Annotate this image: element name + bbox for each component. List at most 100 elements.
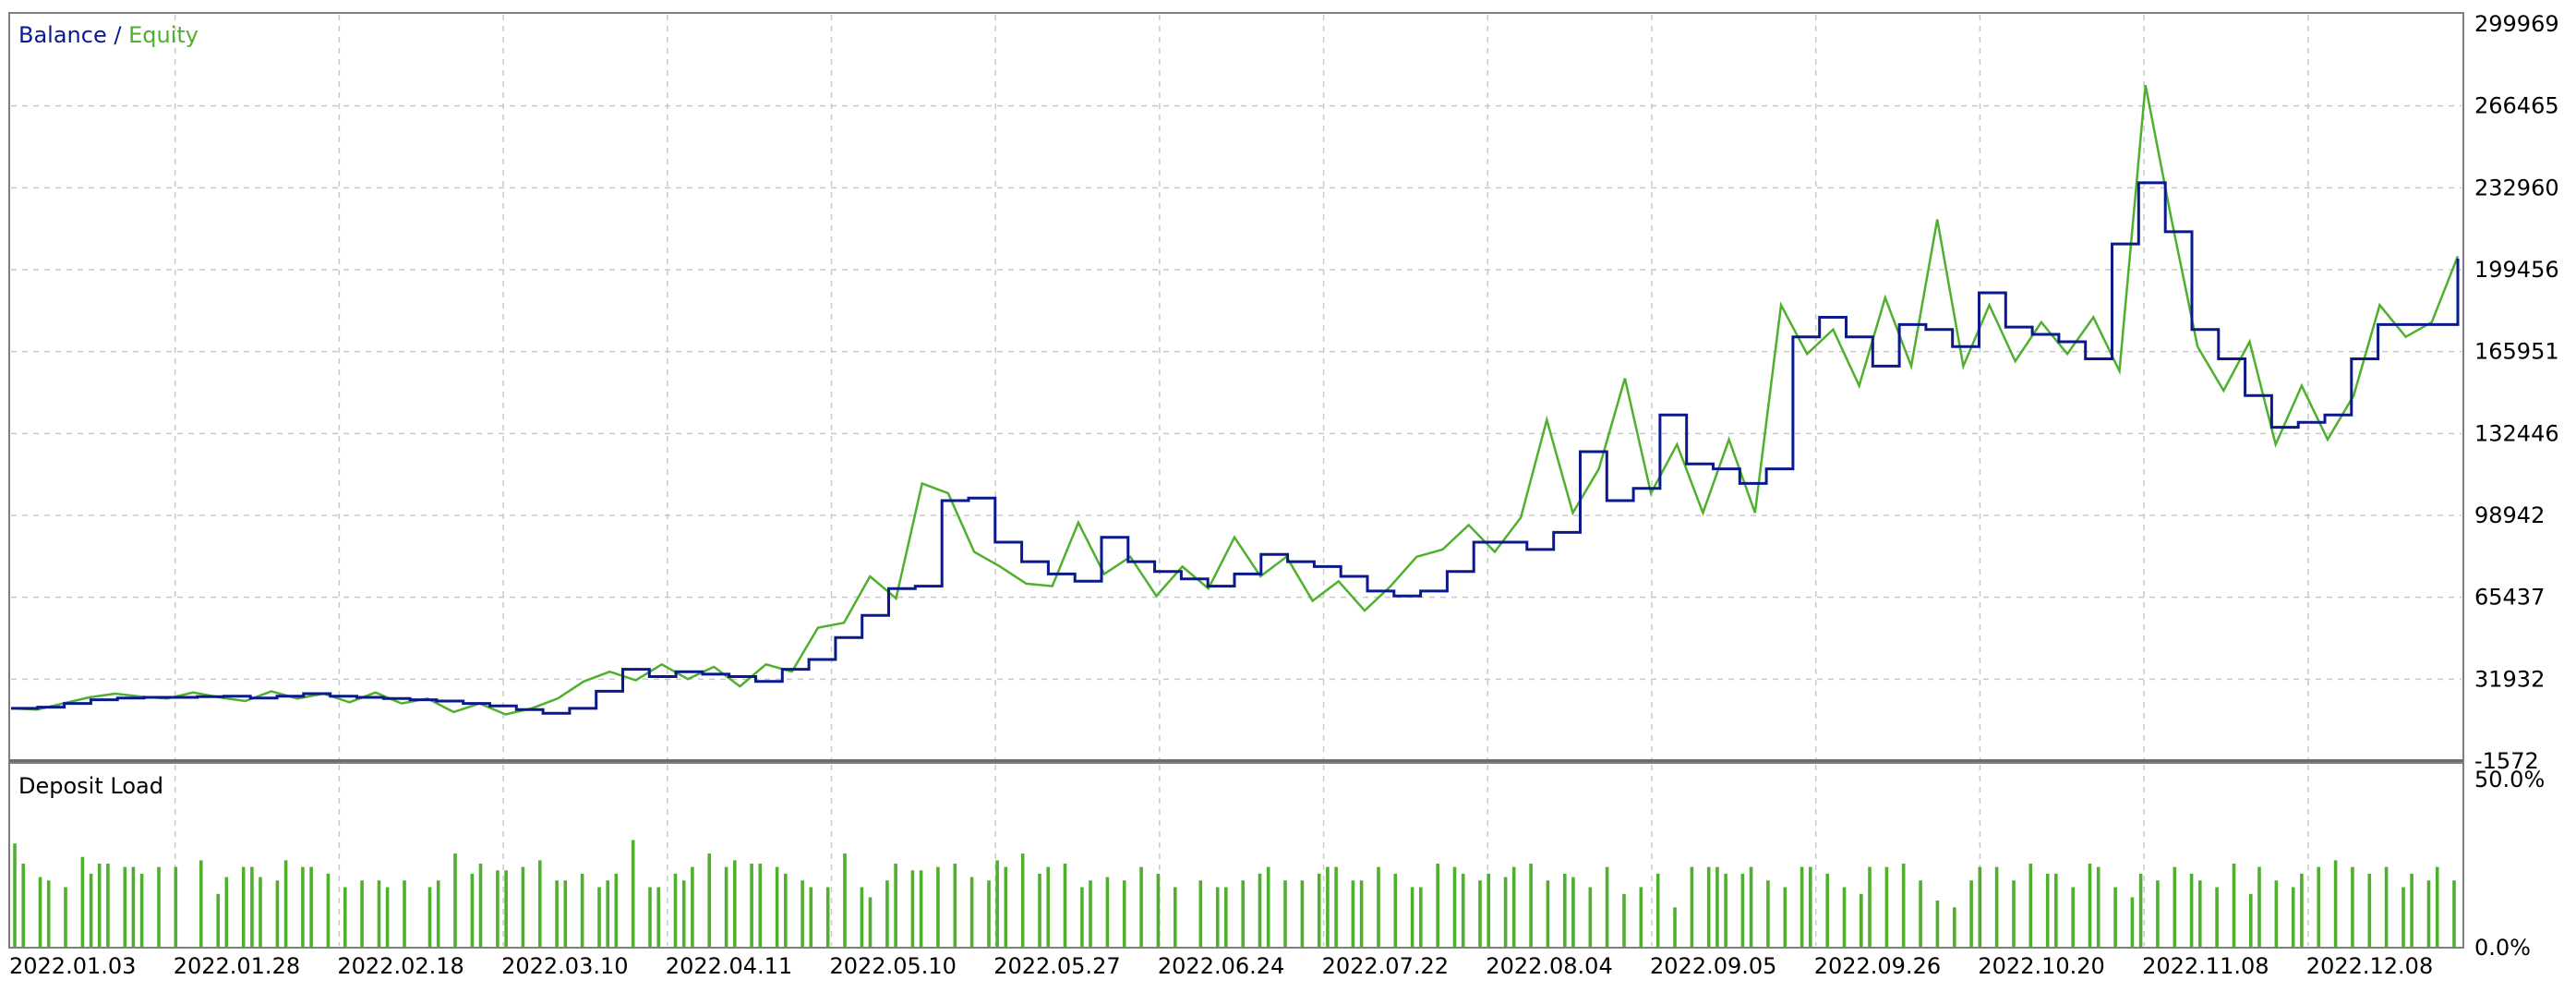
deposit-load-bar: [1605, 866, 1609, 948]
deposit-load-bar: [1749, 866, 1753, 948]
deposit-load-bar: [2249, 893, 2253, 948]
date-x-axis: 2022.01.03 2022.01.28 2022.02.18 2022.03.10…: [9, 953, 2433, 979]
deposit-load-bar: [309, 866, 313, 948]
deposit-load-bar: [1511, 866, 1516, 948]
deposit-load-bar: [750, 864, 753, 948]
deposit-load-bar: [758, 864, 763, 948]
deposit-load-bar: [436, 880, 440, 948]
deposit-load-bar: [691, 866, 694, 948]
balance-equity-plot-border: [8, 12, 2464, 762]
deposit-load-bar: [38, 877, 42, 948]
deposit-load-bar: [1046, 866, 1050, 948]
deposit-load-bar: [885, 880, 889, 948]
deposit-load-bar: [343, 887, 347, 948]
deposit-load-bar: [1215, 887, 1220, 948]
deposit-load-bar: [1139, 866, 1143, 948]
deposit-load-bar: [775, 866, 779, 948]
deposit-load-bar: [275, 880, 280, 948]
deposit-load-bar: [936, 866, 940, 948]
x-tick-label: 2022.06.24: [1158, 953, 1284, 979]
deposit-load-bar: [2045, 873, 2050, 948]
deposit-load-bar: [1461, 873, 1465, 948]
deposit-load-bar: [2351, 866, 2354, 948]
y-tick-label: 199456: [2474, 257, 2559, 283]
deposit-load-bar: [2401, 887, 2405, 948]
deposit-load-bar: [13, 843, 17, 948]
deposit-load-bar: [1588, 887, 1593, 948]
deposit-load-bar: [427, 887, 432, 948]
deposit-load-bar: [1174, 887, 1177, 948]
balance-line: [11, 181, 2460, 715]
deposit-load-bar: [1004, 866, 1008, 948]
deposit-load-bar: [2054, 873, 2058, 948]
deposit-load-bar: [800, 880, 804, 948]
deposit-load-bar: [969, 877, 974, 948]
y-tick-label: 165951: [2474, 339, 2559, 365]
deposit-load-bar: [1860, 893, 1863, 948]
deposit-load-bar: [360, 880, 364, 948]
deposit-load-bar: [1198, 880, 1203, 948]
deposit-load-bar: [809, 887, 813, 948]
y-tick-label: 232960: [2474, 175, 2559, 200]
y-tick-label: 0.0%: [2474, 935, 2531, 961]
x-tick-label: 2022.09.05: [1650, 953, 1776, 979]
deposit-load-bar: [656, 887, 660, 948]
deposit-load-bar: [1706, 866, 1711, 948]
deposit-load-bar: [1994, 866, 1999, 948]
deposit-load-bar: [648, 887, 652, 948]
chart-legend: Balance / Equity: [18, 22, 199, 48]
deposit-load-bar: [521, 866, 525, 948]
deposit-load-bar: [707, 853, 711, 948]
deposit-load-bar: [2232, 864, 2236, 948]
deposit-load-bar: [46, 880, 51, 948]
x-tick-label: 2022.01.28: [174, 953, 300, 979]
deposit-load-bar: [1156, 873, 1161, 948]
deposit-load-bar: [2173, 866, 2177, 948]
deposit-load-bar: [2300, 873, 2304, 948]
deposit-load-bar: [1503, 877, 1508, 948]
deposit-load-bar: [1487, 873, 1490, 948]
deposit-load-bar: [1842, 887, 1847, 948]
x-tick-label: 2022.05.10: [830, 953, 957, 979]
deposit-load-bar: [1038, 873, 1041, 948]
deposit-load-bar: [1452, 866, 1457, 948]
deposit-load-title: Deposit Load: [18, 773, 163, 799]
deposit-load-bar: [259, 877, 262, 948]
deposit-load-bar: [681, 880, 686, 948]
deposit-load-bar: [97, 864, 102, 948]
deposit-load-bar: [1436, 864, 1439, 948]
deposit-load-bar: [995, 860, 999, 948]
deposit-load-bar: [504, 870, 508, 948]
deposit-load-bar: [1563, 873, 1567, 948]
deposit-load-bar: [2410, 873, 2413, 948]
x-tick-label: 2022.02.18: [337, 953, 463, 979]
balance-equity-grid: [11, 15, 2462, 759]
deposit-load-bar: [919, 870, 923, 948]
deposit-load-bar: [1884, 866, 1889, 948]
deposit-load-bar: [825, 887, 830, 948]
deposit-load-bar: [1258, 873, 1262, 948]
deposit-load-bar: [250, 866, 254, 948]
deposit-load-bar: [1715, 866, 1719, 948]
deposit-load-bar: [21, 864, 25, 948]
deposit-load-bar: [2088, 864, 2092, 948]
deposit-load-bar: [1122, 880, 1126, 948]
deposit-load-bar: [478, 864, 483, 948]
deposit-load-bar: [157, 866, 161, 948]
deposit-load-bar: [283, 860, 288, 948]
x-tick-label: 2022.11.08: [2142, 953, 2269, 979]
deposit-load-bar: [2096, 866, 2101, 948]
equity-line: [10, 84, 2460, 716]
deposit-load-bar: [2274, 880, 2279, 948]
y-tick-label: 132446: [2474, 420, 2559, 446]
deposit-load-bar: [199, 860, 203, 948]
x-tick-label: 2022.05.27: [993, 953, 1120, 979]
deposit-load-bar: [673, 873, 678, 948]
deposit-load-bar: [1020, 853, 1025, 948]
deposit-load-bar: [614, 873, 619, 948]
deposit-load-bar: [1241, 880, 1245, 948]
deposit-load-bar: [403, 880, 406, 948]
deposit-load-bar: [1419, 887, 1423, 948]
deposit-load-bar: [1080, 887, 1084, 948]
deposit-load-bar: [563, 880, 568, 948]
